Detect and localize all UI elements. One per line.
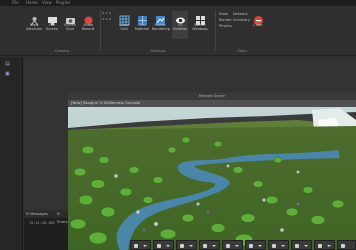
left-sidebar: ▤ ▣ — [0, 57, 23, 250]
disabled-option: ▪ ▪ ▪ — [102, 11, 112, 15]
messages-tab[interactable]: ⊟ Messages — [26, 210, 48, 218]
screen-shot-button[interactable]: Screen Shot — [62, 11, 78, 39]
toolbar-dropdown-button[interactable] — [314, 240, 335, 250]
grid-icon — [119, 11, 130, 26]
camera-icon — [65, 11, 76, 24]
video-record-label: Video Record — [81, 23, 95, 31]
grid-material-icon — [137, 11, 148, 25]
chevron-down-icon — [281, 245, 285, 247]
video-record-button[interactable]: Video Record — [80, 11, 96, 39]
render-toggle[interactable]: Render — [219, 18, 231, 23]
log-timestamp: 19:41:26.082 — [29, 221, 55, 225]
tool-icon — [226, 244, 230, 248]
eye-icon — [175, 11, 186, 24]
viewport-toolbar — [130, 240, 356, 250]
game-scene — [68, 100, 356, 250]
tool-icon — [180, 244, 184, 248]
studio-window: File Home View Plugins View Selection Fu… — [0, 0, 356, 250]
summary-toggle[interactable]: Summary — [233, 18, 250, 23]
toolbar-dropdown-button[interactable] — [130, 240, 151, 250]
chevron-down-icon — [235, 245, 239, 247]
chevron-down-icon — [189, 245, 193, 247]
toolbar-dropdown-button[interactable] — [153, 240, 174, 250]
explorer-icon[interactable]: ▤ — [5, 61, 14, 67]
errors-tab-label: Errors — [57, 220, 68, 224]
toolbar-dropdown-button[interactable] — [199, 240, 220, 250]
tool-icon — [203, 244, 207, 248]
studio-rendering-label: Studio Rendering — [152, 23, 170, 31]
toolbar-dropdown-button[interactable] — [176, 240, 197, 250]
tool-icon — [134, 244, 138, 248]
ribbon-divider — [215, 10, 216, 50]
studio-rendering-button[interactable]: Studio Rendering — [152, 11, 170, 39]
ribbon-toolbar: View Selection Full Screen Screen Shot V… — [0, 6, 356, 56]
view-selection-icon — [29, 11, 40, 26]
remote-scene-panel-header[interactable]: Remote Scene — [68, 93, 356, 100]
camera-group: View Selection Full Screen Screen Shot V… — [24, 8, 100, 54]
stats-group: Stats Network Render Summary Physics Cle… — [217, 8, 267, 54]
record-icon — [83, 11, 94, 25]
stats-toggle[interactable]: Stats — [219, 12, 228, 17]
tool-icon — [157, 244, 161, 248]
tool-icon — [249, 244, 253, 248]
chevron-down-icon — [258, 245, 262, 247]
tool-icon — [318, 244, 322, 248]
chevron-down-icon — [166, 245, 170, 247]
network-toggle[interactable]: Network — [233, 12, 248, 17]
clear-icon — [253, 11, 264, 25]
ribbon-divider — [100, 10, 101, 50]
show-grid-button[interactable]: Show Grid — [116, 11, 132, 39]
properties-icon[interactable]: ▣ — [5, 71, 14, 77]
ui-visibility-button[interactable]: UI Visibility — [172, 11, 188, 39]
screen-shot-label: Screen Shot — [63, 23, 77, 31]
disabled-option: ▪ ▪ ▪ — [102, 17, 112, 21]
rendering-icon — [155, 11, 166, 25]
toolbar-dropdown-button[interactable] — [268, 240, 289, 250]
viewport-title: [New] Roughin' It Wilderness Survival — [71, 101, 141, 105]
view-selection-button[interactable]: View Selection — [26, 11, 42, 39]
tool-icon — [272, 244, 276, 248]
errors-tab[interactable]: ⊟ Errors — [57, 210, 68, 226]
tool-icon — [295, 244, 299, 248]
tool-icon — [341, 244, 345, 248]
toolbar-dropdown-button[interactable] — [245, 240, 266, 250]
game-viewport[interactable]: [New] Roughin' It Wilderness Survival — [68, 100, 356, 250]
switch-windows-button[interactable]: Switch Windows — [192, 11, 208, 39]
chevron-down-icon — [304, 245, 308, 247]
viewport-tab[interactable]: [New] Roughin' It Wilderness Survival — [68, 100, 356, 107]
camera-group-title: Camera — [54, 49, 70, 53]
stats-group-title: Stats — [237, 49, 247, 53]
grid-material-button[interactable]: Grid Material — [134, 11, 150, 39]
messages-tab-label: Messages — [30, 212, 48, 216]
full-screen-icon — [47, 11, 58, 25]
chevron-down-icon — [212, 245, 216, 247]
switch-windows-label: Switch Windows — [192, 23, 208, 31]
toolbar-dropdown-button[interactable] — [222, 240, 243, 250]
windows-icon — [195, 11, 206, 25]
settings-group: ▪ ▪ ▪ ▪ ▪ ▪ Show Grid Grid Material Stud… — [102, 8, 214, 54]
clear-button[interactable]: Clear — [250, 11, 266, 39]
toolbar-dropdown-button[interactable] — [291, 240, 312, 250]
settings-group-title: Settings — [150, 49, 166, 53]
chevron-down-icon — [327, 245, 331, 247]
full-screen-button[interactable]: Full Screen — [44, 11, 60, 39]
chevron-down-icon — [143, 245, 147, 247]
show-grid-label: Show Grid — [119, 23, 129, 31]
panel-title: Remote Scene — [199, 94, 225, 98]
physics-toggle[interactable]: Physics — [219, 24, 232, 29]
output-tabs: ⊟ Messages ⊟ Errors — [24, 210, 68, 224]
toolbar-dropdown-button[interactable] — [337, 240, 356, 250]
